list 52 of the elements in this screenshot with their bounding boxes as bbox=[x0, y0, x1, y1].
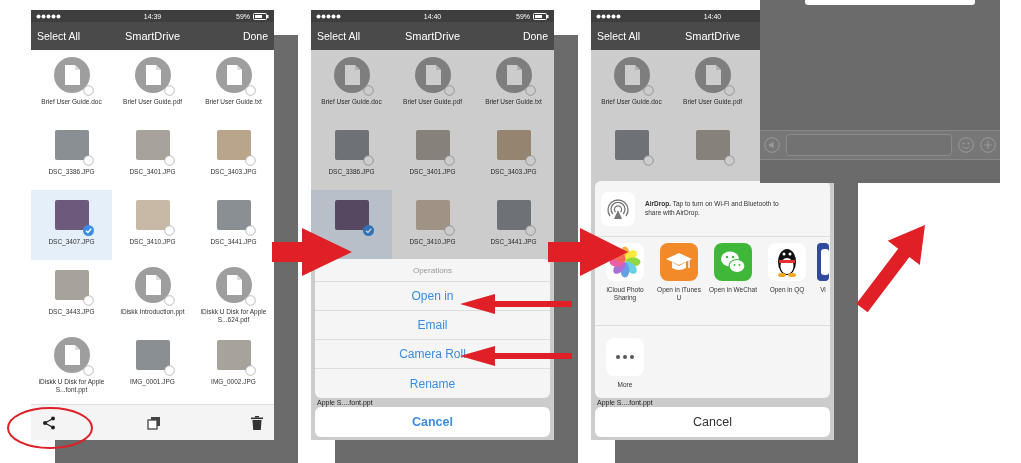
airdrop-icon[interactable] bbox=[601, 191, 635, 226]
document-icon bbox=[414, 57, 451, 93]
app-title: SmartDrive bbox=[125, 30, 180, 42]
photo-placeholder bbox=[135, 130, 170, 160]
photo-placeholder bbox=[216, 200, 251, 230]
battery-icon bbox=[533, 12, 549, 20]
penguin-icon bbox=[768, 243, 806, 281]
document-icon bbox=[694, 57, 731, 93]
photo-placeholder bbox=[496, 130, 531, 160]
share-icon[interactable] bbox=[42, 415, 56, 430]
photo-placeholder bbox=[695, 130, 730, 160]
photo-placeholder bbox=[54, 130, 89, 160]
document-icon bbox=[495, 57, 532, 93]
done-button[interactable]: Done bbox=[242, 30, 268, 42]
photo-placeholder bbox=[614, 130, 649, 160]
document-icon bbox=[215, 267, 252, 303]
document-icon bbox=[613, 57, 650, 93]
document-icon bbox=[53, 57, 90, 93]
cancel-button[interactable]: Cancel bbox=[595, 407, 830, 437]
select-all-button[interactable]: Select All bbox=[37, 30, 81, 42]
chat-bubbles-icon bbox=[714, 243, 752, 281]
photo-placeholder bbox=[54, 200, 89, 230]
photo-placeholder bbox=[135, 200, 170, 230]
photo-placeholder bbox=[334, 200, 369, 230]
photo-placeholder bbox=[334, 130, 369, 160]
photo-placeholder bbox=[496, 200, 531, 230]
document-icon bbox=[134, 57, 171, 93]
trash-icon[interactable] bbox=[251, 415, 263, 430]
battery-icon bbox=[253, 12, 269, 20]
more-icon bbox=[606, 338, 644, 376]
signal-icon bbox=[596, 13, 622, 19]
document-icon bbox=[215, 57, 252, 93]
photo-placeholder bbox=[216, 130, 251, 160]
photo-placeholder bbox=[415, 200, 450, 230]
document-icon bbox=[53, 337, 90, 373]
document-icon bbox=[134, 267, 171, 303]
signal-icon bbox=[36, 13, 62, 19]
signal-icon bbox=[316, 13, 342, 19]
message-input-field[interactable] bbox=[786, 134, 952, 156]
photo-placeholder bbox=[135, 340, 170, 370]
document-icon bbox=[333, 57, 370, 93]
cancel-button[interactable]: Cancel bbox=[315, 407, 550, 437]
photo-placeholder bbox=[216, 340, 251, 370]
done-button[interactable]: Done bbox=[522, 30, 548, 42]
graduation-cap-icon bbox=[660, 243, 698, 281]
photo-placeholder bbox=[54, 270, 89, 300]
app-title: SmartDrive bbox=[405, 30, 460, 42]
select-all-button[interactable]: Select All bbox=[597, 30, 641, 42]
photo-placeholder bbox=[415, 130, 450, 160]
select-all-button[interactable]: Select All bbox=[317, 30, 361, 42]
app-title: SmartDrive bbox=[685, 30, 740, 42]
copy-icon[interactable] bbox=[146, 415, 161, 430]
